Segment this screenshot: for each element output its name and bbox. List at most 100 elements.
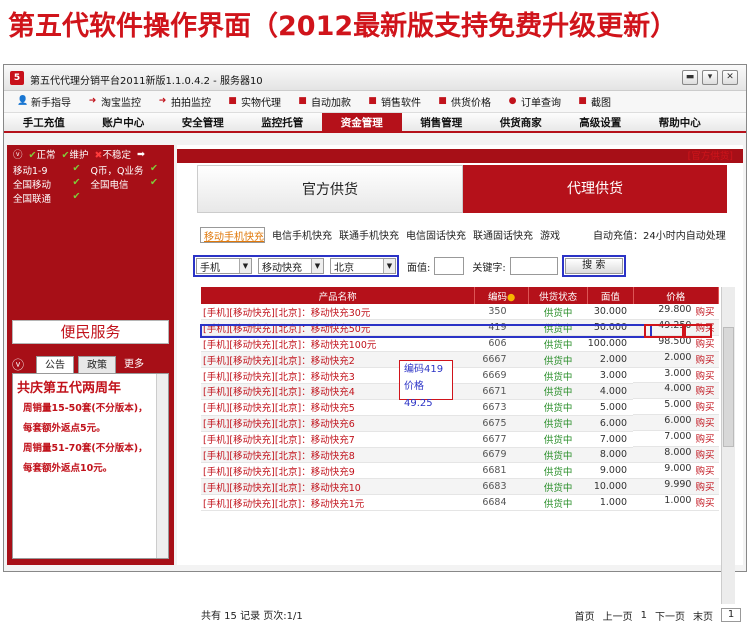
convenience-service-button[interactable]: 便民服务 bbox=[12, 320, 169, 344]
main-nav: 手工充值 账户中心 安全管理 监控托管 资金管理 销售管理 供货商家 高级设置 帮助中心 bbox=[4, 113, 746, 133]
face-value-input[interactable] bbox=[434, 257, 465, 275]
notice-logo-icon: ⓥ bbox=[12, 358, 25, 372]
table-row[interactable]: [手机][移动快充][北京]：移动快充8 6679 供货中 8.000 8.000 购买 bbox=[201, 447, 719, 464]
toolbar-item-3[interactable]: ■ 实物代理 bbox=[220, 93, 288, 111]
col-face[interactable]: 面值 bbox=[587, 287, 634, 304]
toolbar-item-1[interactable]: ➜ 淘宝监控 bbox=[80, 93, 148, 111]
tab-announcement[interactable]: 公告 bbox=[36, 356, 75, 373]
app-logo-icon: 5 bbox=[10, 71, 24, 85]
last-page-link[interactable]: 末页 bbox=[693, 608, 713, 623]
category-link[interactable]: 联通手机快充 bbox=[339, 227, 399, 243]
buy-link[interactable]: 购买 bbox=[695, 399, 714, 414]
status-mark-icon: ✖ bbox=[94, 150, 103, 161]
buy-link[interactable]: 购买 bbox=[695, 304, 714, 319]
category-link[interactable]: 移动手机快充 bbox=[200, 227, 265, 243]
table-row[interactable]: [手机][移动快充][北京]：移动快充30元 350 供货中 30.000 29.800… bbox=[201, 304, 719, 321]
status-item: ✔正常 bbox=[28, 150, 56, 161]
search-button[interactable]: 搜 索 bbox=[564, 258, 623, 274]
minimize-icon[interactable]: ▬ bbox=[682, 70, 698, 85]
price-value: 9.990 bbox=[664, 478, 692, 490]
buy-link[interactable]: 购买 bbox=[695, 336, 714, 351]
col-code[interactable]: 编码● bbox=[474, 287, 529, 304]
toolbar: 👤 新手指导 ➜ 淘宝监控 ➜ 拍拍监控 ■ 实物代理 ■ 自动加款 ■ 销售软件 ■ 供货价格 ● 订单查询… bbox=[4, 91, 746, 113]
price-cell: 2.000 购买 bbox=[633, 351, 719, 368]
first-page-link[interactable]: 首页 bbox=[575, 608, 595, 623]
tab-policy[interactable]: 政策 bbox=[78, 356, 117, 373]
category-link[interactable]: 联通固话快充 bbox=[473, 227, 533, 243]
col-product-name[interactable]: 产品名称 bbox=[201, 287, 476, 304]
category-link[interactable]: 游戏 bbox=[540, 227, 560, 243]
nav-tab-8[interactable]: 帮助中心 bbox=[640, 113, 720, 131]
buy-link[interactable]: 购买 bbox=[695, 495, 714, 510]
table-row[interactable]: [手机][移动快充][北京]：移动快充9 6681 供货中 9.000 9.000 购买 bbox=[201, 462, 719, 480]
buy-link[interactable]: 购买 bbox=[695, 479, 714, 494]
table-row[interactable]: [手机][移动快充][北京]：移动快充5 6673 供货中 5.000 5.000 购买 bbox=[201, 399, 719, 416]
table-row[interactable]: [手机][移动快充][北京]：移动快充7 6677 供货中 7.000 7.000 购买 bbox=[201, 431, 719, 448]
keyword-input[interactable] bbox=[509, 257, 558, 275]
nav-tab-2[interactable]: 安全管理 bbox=[163, 113, 243, 131]
buy-link[interactable]: 购买 bbox=[695, 368, 714, 383]
toolbar-item-4[interactable]: ■ 自动加款 bbox=[290, 93, 358, 111]
toolbar-item-2[interactable]: ➜ 拍拍监控 bbox=[150, 93, 218, 111]
toolbar-item-7[interactable]: ● 订单查询 bbox=[500, 93, 568, 111]
col-price[interactable]: 价格 bbox=[633, 287, 720, 304]
status-mark-icon: ✔ bbox=[28, 150, 37, 161]
buy-link[interactable]: 购买 bbox=[695, 447, 714, 462]
buy-link[interactable]: 购买 bbox=[695, 431, 714, 446]
table-row[interactable]: [手机][移动快充][北京]：移动快充3 6669 供货中 3.000 3.000 购买 bbox=[201, 367, 719, 384]
col-status[interactable]: 供货状态 bbox=[528, 287, 589, 304]
face-value: 7.000 bbox=[587, 431, 634, 448]
notice-scrollbar[interactable] bbox=[156, 374, 168, 558]
service-cell: 全国电信 ✔ bbox=[91, 177, 169, 191]
toolbar-item-0[interactable]: 👤 新手指导 bbox=[10, 93, 78, 111]
next-page-link[interactable]: 下一页 bbox=[655, 608, 685, 623]
tab-official-supply[interactable]: 官方供货 bbox=[197, 165, 463, 213]
menu-icon[interactable]: ▾ bbox=[702, 70, 718, 85]
check-icon: ✔ bbox=[72, 177, 81, 188]
page-input[interactable]: 1 bbox=[721, 608, 741, 622]
tab-agent-supply[interactable]: 代理供货 bbox=[463, 165, 727, 213]
toolbar-icon: ■ bbox=[228, 96, 237, 106]
table-row[interactable]: [手机][移动快充][北京]：移动快充2 6667 供货中 2.000 2.000 购买 bbox=[201, 351, 719, 369]
type-select[interactable]: 手机 ▼ bbox=[196, 258, 252, 274]
table-scrollbar[interactable] bbox=[721, 287, 735, 604]
service-name: 移动1-9 bbox=[13, 166, 48, 177]
category-link[interactable]: 电信固话快充 bbox=[406, 227, 466, 243]
buy-link[interactable]: 购买 bbox=[695, 463, 714, 478]
nav-tab-3[interactable]: 监控托管 bbox=[243, 113, 323, 131]
nav-tab-1[interactable]: 账户中心 bbox=[84, 113, 164, 131]
toolbar-label: 订单查询 bbox=[521, 98, 561, 109]
nav-tab-7[interactable]: 高级设置 bbox=[561, 113, 641, 131]
close-icon[interactable]: ✕ bbox=[722, 70, 738, 85]
buy-link[interactable]: 购买 bbox=[695, 383, 714, 398]
kind-select[interactable]: 移动快充 ▼ bbox=[258, 258, 324, 274]
service-cell: 移动1-9 ✔ bbox=[13, 163, 91, 177]
toolbar-item-8[interactable]: ■ 截图 bbox=[570, 93, 618, 111]
supply-status: 供货中 bbox=[528, 383, 588, 400]
toolbar-item-5[interactable]: ■ 销售软件 bbox=[360, 93, 428, 111]
table-row[interactable]: [手机][移动快充][北京]：移动快充100元 606 供货中 100.000 98.5… bbox=[201, 335, 719, 353]
table-row[interactable]: [手机][移动快充][北京]：移动快充10 6683 供货中 10.000 9.990 购… bbox=[201, 478, 719, 496]
supply-status: 供货中 bbox=[528, 304, 588, 321]
region-select[interactable]: 北京 ▼ bbox=[330, 258, 396, 274]
nav-tab-6[interactable]: 供货商家 bbox=[481, 113, 561, 131]
toolbar-label: 销售软件 bbox=[381, 98, 421, 109]
category-link[interactable]: 电信手机快充 bbox=[272, 227, 332, 243]
table-row[interactable]: [手机][移动快充][北京]：移动快充4 6671 供货中 4.000 4.000 购买 bbox=[201, 383, 719, 400]
buy-link[interactable]: 购买 bbox=[695, 415, 714, 430]
nav-tab-5[interactable]: 销售管理 bbox=[402, 113, 482, 131]
notice-title: 共庆第五代两周年 bbox=[17, 381, 122, 396]
scroll-thumb[interactable] bbox=[723, 327, 734, 447]
more-link[interactable]: 更多 bbox=[124, 356, 144, 373]
select-group: 手机 ▼ 移动快充 ▼ 北京 ▼ bbox=[193, 255, 399, 277]
face-value: 6.000 bbox=[587, 415, 634, 432]
prev-page-link[interactable]: 上一页 bbox=[603, 608, 633, 623]
service-name: Q币，Q业务 bbox=[90, 166, 144, 177]
service-cell: Q币，Q业务 ✔ bbox=[91, 163, 169, 177]
nav-tab-0[interactable]: 手工充值 bbox=[4, 113, 84, 131]
toolbar-item-6[interactable]: ■ 供货价格 bbox=[430, 93, 498, 111]
nav-tab-4[interactable]: 资金管理 bbox=[322, 113, 402, 131]
table-row[interactable]: [手机][移动快充][北京]：移动快充1元 6684 供货中 1.000 1.000 购买 bbox=[201, 494, 719, 512]
buy-link[interactable]: 购买 bbox=[695, 352, 714, 367]
table-row[interactable]: [手机][移动快充][北京]：移动快充6 6675 供货中 6.000 6.000 购买 bbox=[201, 415, 719, 432]
